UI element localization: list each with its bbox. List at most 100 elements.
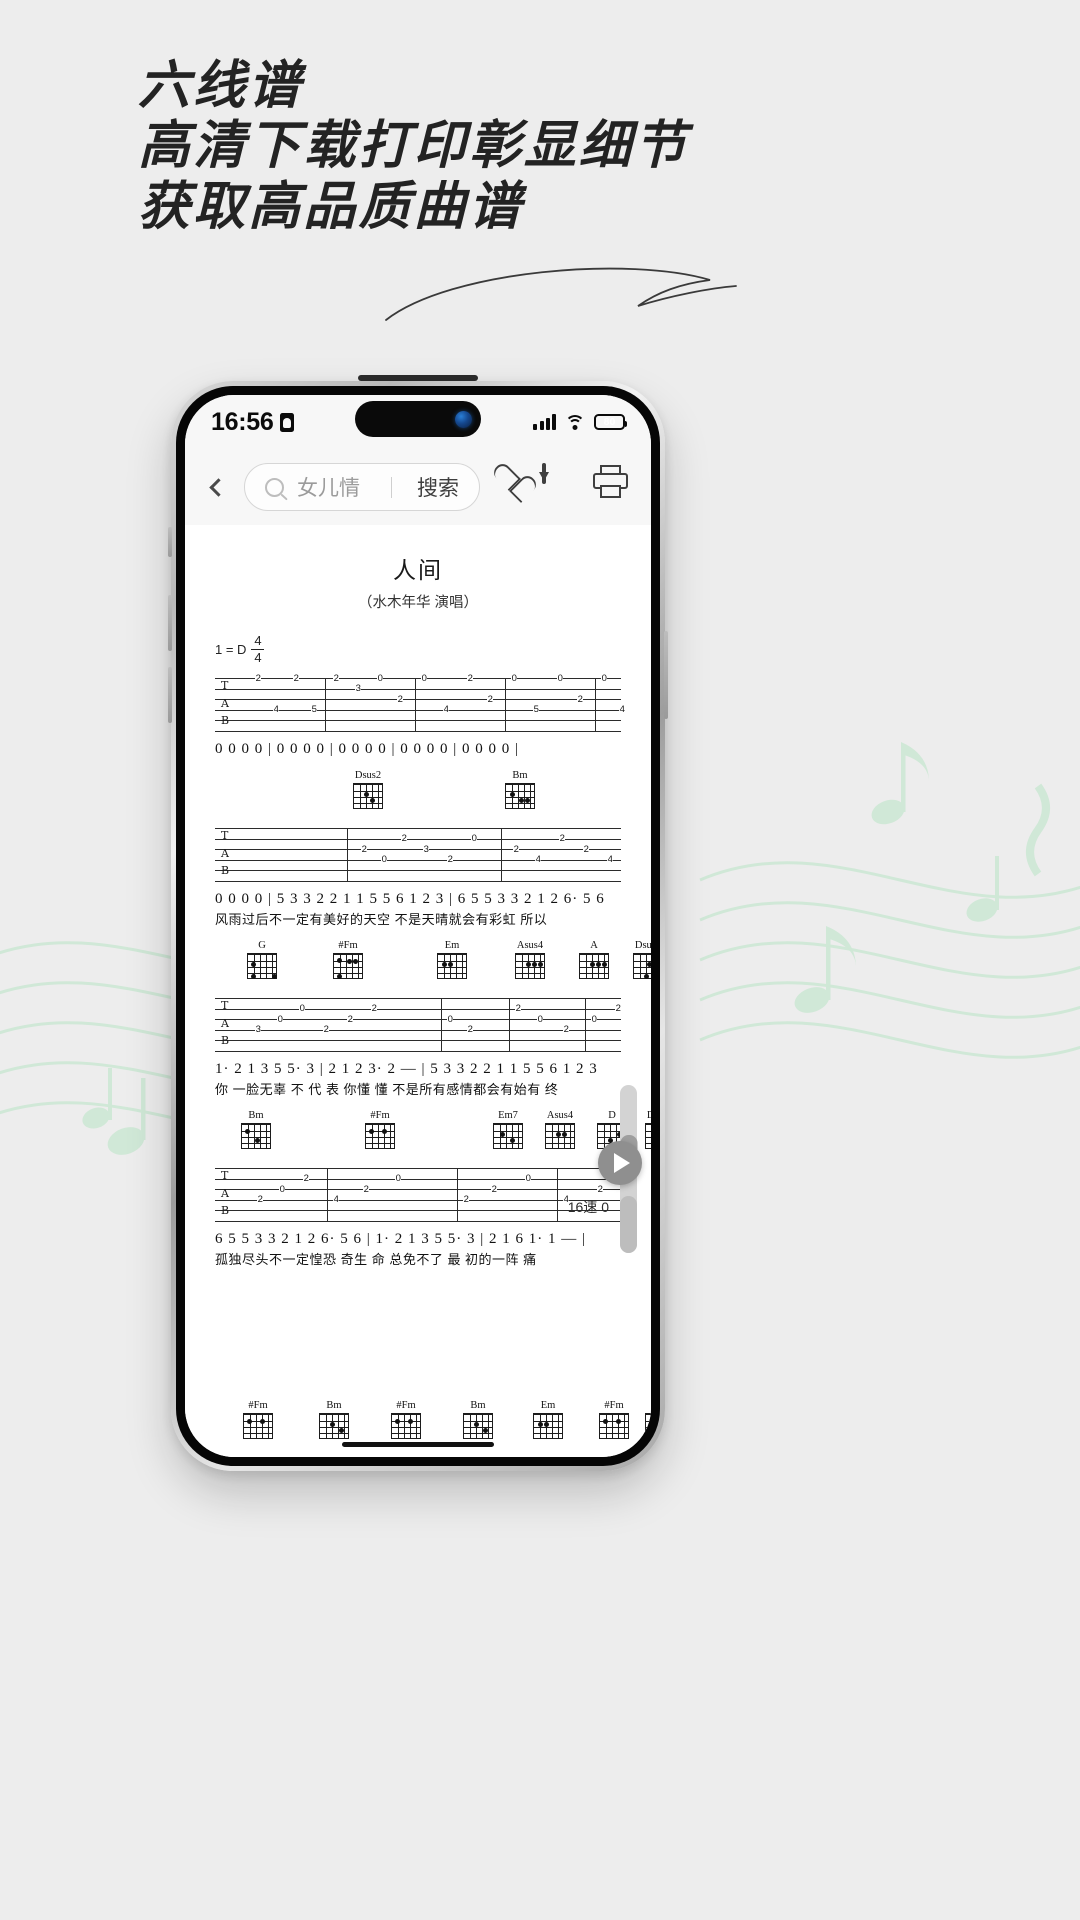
search-submit-button[interactable]: 搜索 [405,472,473,502]
time-signature: 4 4 [251,633,265,666]
chevron-left-icon [208,477,228,497]
chord-name: Em [540,1400,556,1412]
camera-lens-icon [455,410,472,428]
chord-grid [391,1413,421,1440]
chord-grid [545,1123,575,1150]
home-indicator[interactable] [342,1441,494,1447]
chord-grid [319,1413,349,1440]
chord-name: Asus4 [546,1110,574,1122]
chord-grid [463,1413,493,1440]
search-nav-bar: 女儿情 搜索 [185,449,651,525]
download-button[interactable] [542,463,582,509]
tablature-staff: TAB 20 24 20 22 04 22 [215,1168,630,1222]
phone-screen: 16:56 80 女儿情 搜索 人间 （水木年华 演唱） 1 = D 4 4 T… [185,395,651,1457]
chord-name: #Fm [248,1400,268,1412]
sheet-music-viewer[interactable]: 人间 （水木年华 演唱） 1 = D 4 4 T A B 2 4 2 5 2 3… [185,525,651,1457]
back-button[interactable] [199,467,233,507]
playback-control[interactable]: 16速 0 [568,1085,642,1253]
chord-name: Bm [326,1400,342,1412]
chord-grid [505,783,535,810]
search-divider [390,476,392,498]
chord-name: #Fm [604,1400,624,1412]
melody-line-1: 0 0 0 0 | 0 0 0 0 | 0 0 0 0 | 0 0 0 0 | … [215,741,520,758]
chord-grid [515,953,545,980]
status-indicators: 80 [533,414,628,430]
mute-switch[interactable] [168,527,172,557]
power-button[interactable] [664,631,668,719]
chord-name: #Fm [338,940,358,952]
chord-grid [645,1413,651,1440]
chord-grid [645,1123,651,1150]
chord-grid [365,1123,395,1150]
chord-name: Asus4 [516,940,544,952]
chord-grid [333,953,363,980]
chord-grid [493,1123,523,1150]
lyric-line-2: 风雨过后不一定有美好的天空 不是天晴就会有彩虹 所以 [215,912,548,928]
chord-diagrams-1: Dsus2 Bm [215,770,621,814]
speed-label: 16速 0 [568,1197,609,1217]
chord-name: Bm [470,1400,486,1412]
favorite-button[interactable] [491,465,531,509]
tab-system-2: TAB 20 23 20 24 22 4 [215,828,621,882]
search-icon [265,477,284,497]
id-card-icon [280,412,295,432]
phone-bezel: 16:56 80 女儿情 搜索 人间 （水木年华 演唱） 1 = D 4 4 T… [176,375,660,1466]
chord-name: A [590,940,598,952]
time-sig-bottom: 4 [254,650,262,666]
dynamic-island [355,401,481,437]
headline-line-3: 获取高品质曲谱 [138,175,524,237]
chord-name: Em7 [498,1110,518,1122]
tablature-staff: TAB 20 23 20 24 22 4 [215,828,621,882]
save-to-phone-icon [542,463,546,484]
volume-down-button[interactable] [168,667,172,723]
chord-name: #Fm [396,1400,416,1412]
headline-line-1: 六线谱 [138,55,304,116]
song-artist: （水木年华 演唱） [357,595,479,611]
chord-grid [633,953,651,980]
play-icon [614,1153,630,1173]
chord-grid [437,953,467,980]
chord-diagrams-3: Bm #Fm Em7 Asus4 D D [215,1110,651,1154]
play-button[interactable] [598,1141,642,1185]
volume-up-button[interactable] [168,595,172,651]
status-bar: 16:56 80 [185,395,651,449]
earpiece-speaker [358,375,478,381]
key-and-time-signature: 1 = D 4 4 [215,634,621,664]
tab-numbers: 20 23 20 24 22 4 [361,833,614,866]
key-label: 1 = D [215,641,247,657]
chord-diagrams-4: #Fm Bm #Fm Bm Em #Fm [215,1400,651,1444]
song-title: 人间 [393,557,443,583]
time-sig-top: 4 [254,633,262,648]
headline-line-2: 高清下载打印彰显细节 [138,115,690,177]
chord-name: G [258,940,266,952]
chord-name: Dsus2 [646,1110,651,1122]
promo-headline: 六线谱 高清下载打印彰显细节 获取高品质曲谱 [138,55,690,237]
cellular-signal-icon [533,414,556,430]
battery-level-text: 80 [603,416,616,428]
chord-name: Dsus2 [354,770,382,782]
chord-name: Em [444,940,460,952]
chord-grid [533,1413,563,1440]
phone-mockup: 16:56 80 女儿情 搜索 人间 （水木年华 演唱） 1 = D 4 4 T… [168,375,668,1471]
chord-diagrams-2: G #Fm Em Asus4 A Dsu [215,940,651,984]
speed-min: 0 [601,1199,609,1215]
melody-line-4: 6 5 5 3 3 2 1 2 6· 5 6 | 1· 2 1 3 5 5· 3… [215,1231,586,1248]
chord-grid [247,953,277,980]
chord-name: Bm [248,1110,264,1122]
lyric-line-3: 你 一脸无辜 不 代 表 你懂 懂 不是所有感情都会有始有 终 [215,1082,559,1098]
speed-slider-fill [620,1195,637,1253]
search-input[interactable]: 女儿情 [297,472,378,502]
search-bar[interactable]: 女儿情 搜索 [244,463,480,511]
chord-name: Dsus2 [634,940,651,952]
tab-numbers: 30 02 22 02 20 20 2 [255,1003,622,1036]
chord-name: Bm [645,1400,651,1411]
tab-system-3: TAB 30 02 22 02 20 20 2 [215,998,622,1052]
tablature-staff: TAB 24 25 23 02 04 22 05 02 04 [215,674,626,732]
tab-system-4: TAB 20 24 20 22 04 22 [215,1168,630,1222]
chord-grid [353,783,383,810]
print-button[interactable] [593,465,633,509]
melody-line-3: 1· 2 1 3 5 5· 3 | 2 1 2 3· 2 — | 5 3 3 2… [215,1061,598,1078]
battery-icon: 80 [594,414,628,430]
headline-swoosh-decoration [385,267,737,321]
tab-system-1: TAB 24 25 23 02 04 22 05 02 04 [215,674,626,732]
